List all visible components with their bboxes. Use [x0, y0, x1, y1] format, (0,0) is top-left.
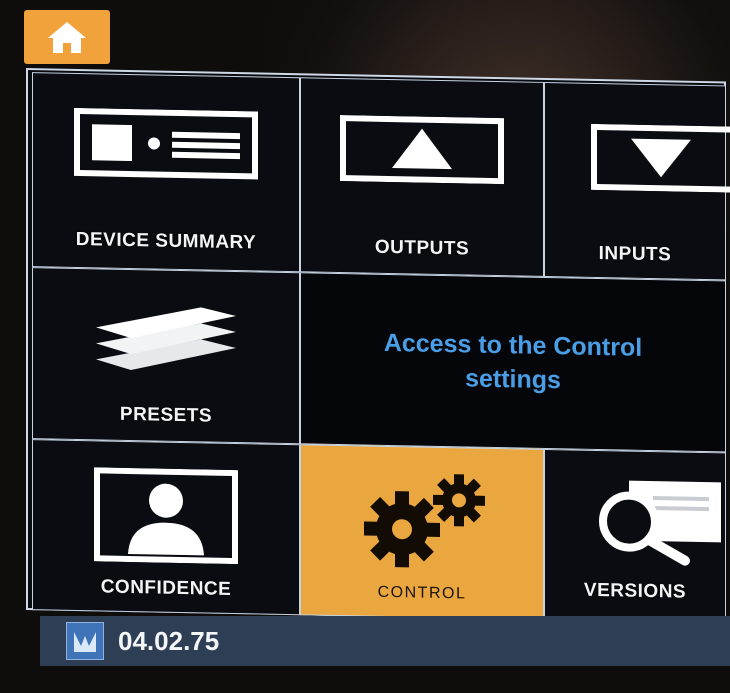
tile-outputs-label: OUTPUTS — [374, 236, 470, 260]
tile-control-label: CONTROL — [377, 583, 467, 603]
home-button[interactable] — [24, 10, 110, 64]
network-icon — [66, 622, 104, 660]
info-text: Access to the Control settings — [383, 328, 643, 395]
home-icon — [48, 22, 86, 53]
tile-device-summary-label: DEVICE SUMMARY — [75, 228, 257, 254]
tile-device-summary[interactable]: DEVICE SUMMARY — [32, 72, 300, 273]
tile-inputs[interactable]: INPUTS — [544, 81, 730, 281]
gears-icon — [364, 474, 485, 568]
tile-inputs-label: INPUTS — [598, 242, 672, 266]
tile-presets-label: PRESETS — [119, 403, 213, 427]
tile-confidence-label: CONFIDENCE — [100, 576, 232, 600]
tile-presets[interactable]: PRESETS — [32, 267, 300, 445]
down-arrow-icon — [591, 123, 730, 193]
main-menu-grid: DEVICE SUMMARY OUTPUTS INPUTS PRESETS Ac… — [26, 68, 730, 624]
magnifier-icon — [599, 480, 721, 566]
device-icon — [74, 107, 258, 180]
status-bar: 04.02.75 — [40, 616, 730, 666]
up-arrow-icon — [340, 115, 504, 185]
tile-confidence[interactable]: CONFIDENCE — [32, 439, 300, 616]
person-monitor-icon — [94, 467, 238, 565]
tile-outputs[interactable]: OUTPUTS — [300, 77, 544, 277]
tile-control[interactable]: CONTROL — [300, 444, 544, 620]
info-panel: Access to the Control settings — [300, 272, 726, 453]
tile-versions[interactable]: VERSIONS — [544, 448, 726, 624]
tile-versions-label: VERSIONS — [583, 579, 687, 603]
layers-icon — [96, 307, 236, 371]
status-value: 04.02.75 — [118, 625, 220, 656]
